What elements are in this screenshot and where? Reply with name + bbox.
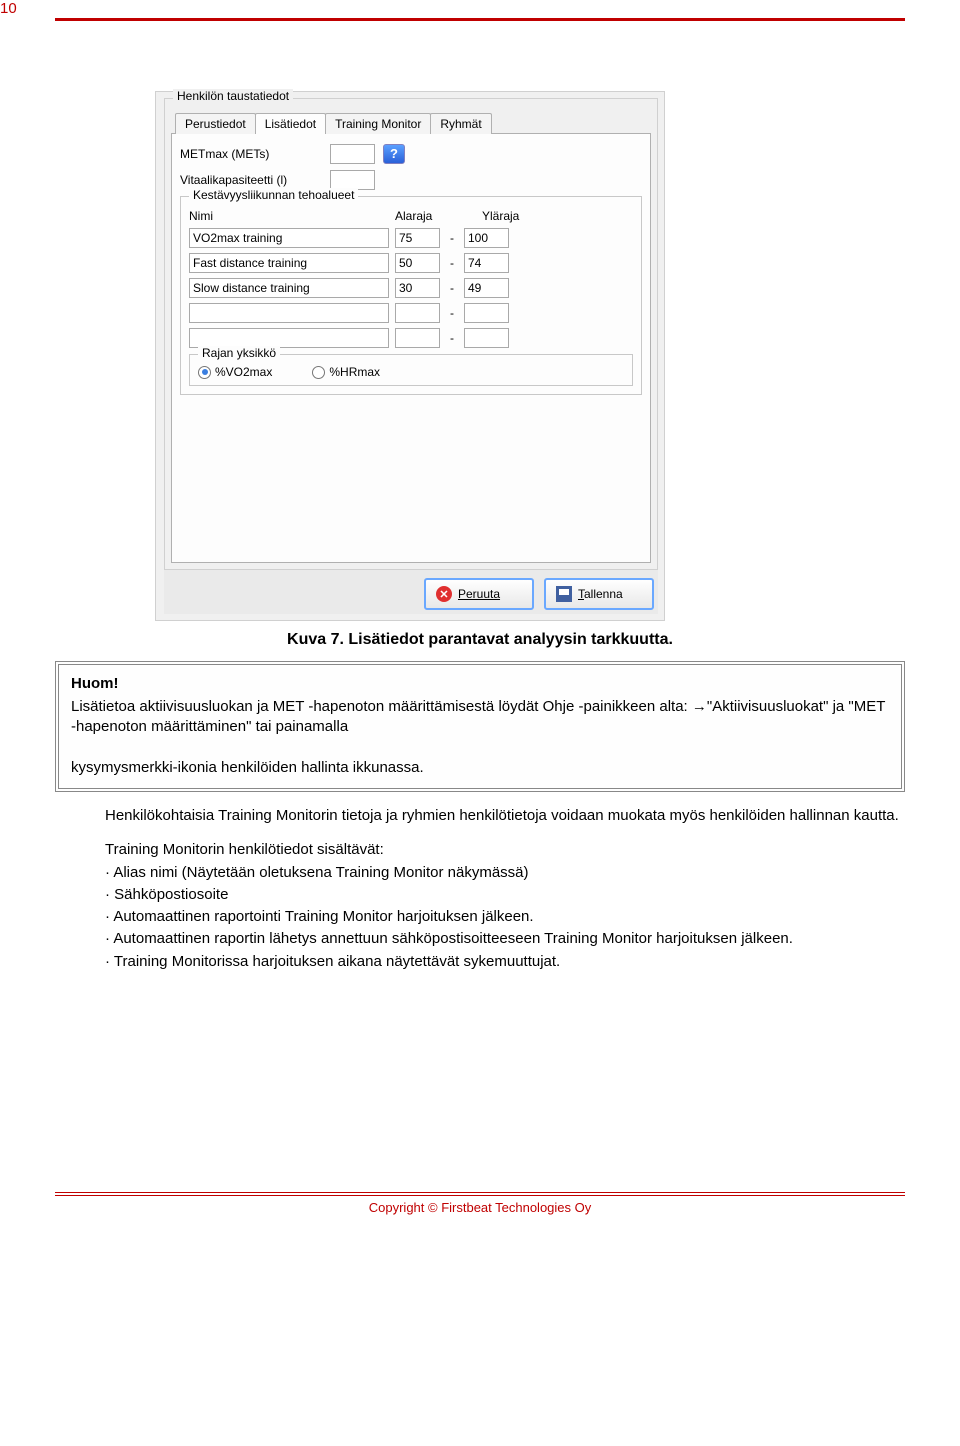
zones-legend: Kestävyysliikunnan tehoalueet <box>189 188 358 202</box>
col-high: Yläraja <box>482 209 547 223</box>
zone-name-input[interactable] <box>189 328 389 348</box>
paragraph: Training Monitorin henkilötiedot sisältä… <box>105 840 905 972</box>
dialog-buttons: ✕ Peruuta TTallennaallenna <box>164 570 658 614</box>
zone-low-input[interactable] <box>395 278 440 298</box>
list-item: · Alias nimi (Näytetään oletuksena Train… <box>105 863 905 883</box>
zone-row: - <box>189 278 633 298</box>
unit-legend: Rajan yksikkö <box>198 346 280 360</box>
tab-lisatiedot[interactable]: Lisätiedot <box>255 113 326 134</box>
list-item: · Automaattinen raportin lähetys annettu… <box>105 929 905 949</box>
group-title: Henkilön taustatiedot <box>173 89 293 103</box>
footer-text: Copyright © Firstbeat Technologies Oy <box>55 1195 905 1215</box>
header-rule <box>55 18 905 21</box>
zone-low-input[interactable] <box>395 328 440 348</box>
save-label: TTallennaallenna <box>578 587 623 601</box>
metmax-input[interactable] <box>330 144 375 164</box>
note-title: Huom! <box>71 675 889 692</box>
zone-low-input[interactable] <box>395 303 440 323</box>
list-item: · Training Monitorissa harjoituksen aika… <box>105 952 905 972</box>
app-screenshot: Henkilön taustatiedot Perustiedot Lisäti… <box>155 91 665 621</box>
note-body: Lisätietoa aktiivisuusluokan ja MET -hap… <box>71 697 889 778</box>
metmax-label: METmax (METs) <box>180 147 330 161</box>
tab-training-monitor[interactable]: Training Monitor <box>325 113 431 134</box>
col-name: Nimi <box>189 209 389 223</box>
list-item: · Automaattinen raportointi Training Mon… <box>105 907 905 927</box>
person-background-group: Henkilön taustatiedot Perustiedot Lisäti… <box>164 98 658 570</box>
unit-hrmax[interactable]: %HRmax <box>312 365 380 379</box>
zone-row: - <box>189 253 633 273</box>
tab-panel: METmax (METs) ? Vitaalikapasiteetti (l) … <box>171 133 651 563</box>
save-button[interactable]: TTallennaallenna <box>544 578 654 610</box>
zone-row: - <box>189 328 633 348</box>
zones-group: Kestävyysliikunnan tehoalueet Nimi Alara… <box>180 196 642 395</box>
help-icon[interactable]: ? <box>383 144 405 164</box>
tab-perustiedot[interactable]: Perustiedot <box>175 113 256 134</box>
cancel-label: Peruuta <box>458 587 500 601</box>
zone-name-input[interactable] <box>189 278 389 298</box>
zone-high-input[interactable] <box>464 253 509 273</box>
unit-group: Rajan yksikkö %VO2max %HRmax <box>189 354 633 386</box>
zone-high-input[interactable] <box>464 303 509 323</box>
tabs: Perustiedot Lisätiedot Training Monitor … <box>175 113 651 134</box>
tab-ryhmat[interactable]: Ryhmät <box>430 113 491 134</box>
zone-name-input[interactable] <box>189 253 389 273</box>
unit-vo2max-label: %VO2max <box>215 365 272 379</box>
zone-low-input[interactable] <box>395 228 440 248</box>
save-icon <box>556 586 572 602</box>
cancel-button[interactable]: ✕ Peruuta <box>424 578 534 610</box>
zone-low-input[interactable] <box>395 253 440 273</box>
radio-icon <box>312 366 325 379</box>
figure-caption: Kuva 7. Lisätiedot parantavat analyysin … <box>55 631 905 649</box>
zone-high-input[interactable] <box>464 228 509 248</box>
col-low: Alaraja <box>395 209 460 223</box>
cancel-icon: ✕ <box>436 586 452 602</box>
zone-high-input[interactable] <box>464 278 509 298</box>
footer: Copyright © Firstbeat Technologies Oy <box>55 1192 905 1215</box>
zone-row: - <box>189 303 633 323</box>
unit-vo2max[interactable]: %VO2max <box>198 365 272 379</box>
paragraph: Henkilökohtaisia Training Monitorin tiet… <box>105 806 905 826</box>
unit-hrmax-label: %HRmax <box>329 365 380 379</box>
zone-name-input[interactable] <box>189 303 389 323</box>
vitalcap-input[interactable] <box>330 170 375 190</box>
zone-row: - <box>189 228 633 248</box>
zone-high-input[interactable] <box>464 328 509 348</box>
page-number: 10 <box>0 0 17 17</box>
zone-name-input[interactable] <box>189 228 389 248</box>
radio-icon <box>198 366 211 379</box>
vitalcap-label: Vitaalikapasiteetti (l) <box>180 173 330 187</box>
list-item: · Sähköpostiosoite <box>105 885 905 905</box>
note-box: Huom! Lisätietoa aktiivisuusluokan ja ME… <box>55 661 905 792</box>
